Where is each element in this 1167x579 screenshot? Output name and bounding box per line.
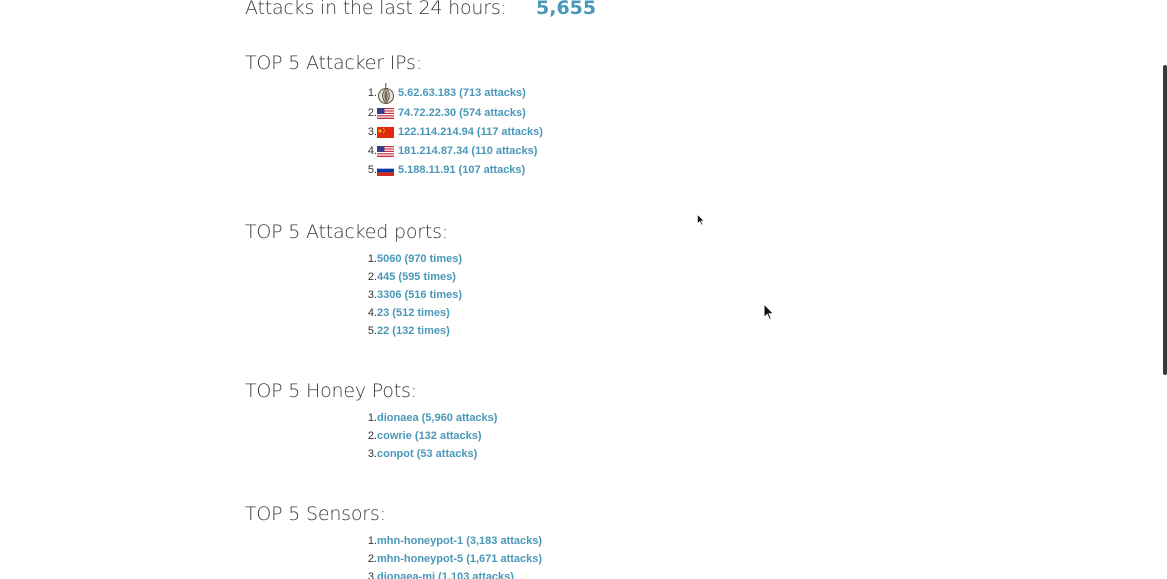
list-rank: 5. (367, 164, 377, 176)
honeypot-link[interactable]: dionaea (5,960 attacks) (377, 412, 497, 424)
list-item: 1. dionaea (5,960 attacks) (360, 409, 498, 427)
us-flag-icon (377, 107, 394, 119)
attacker-ip-link[interactable]: 74.72.22.30 (574 attacks) (398, 107, 526, 119)
attacks-count: 5,655 (536, 0, 597, 19)
vertical-scrollbar[interactable] (1163, 65, 1167, 375)
attacked-ports-title: TOP 5 Attacked ports: (245, 221, 449, 243)
attacks-label: Attacks in the last 24 hours: (245, 0, 507, 19)
list-rank: 1. (367, 535, 377, 547)
cn-flag-icon (377, 126, 394, 138)
sensors-list: 1. mhn-honeypot-1 (3,183 attacks) 2. mhn… (360, 532, 542, 579)
attacked-ports-list: 1. 5060 (970 times) 2. 445 (595 times) 3… (360, 250, 462, 340)
list-rank: 3. (367, 448, 377, 460)
mouse-cursor-icon (697, 214, 705, 226)
attacker-ips-title: TOP 5 Attacker IPs: (245, 52, 422, 74)
list-rank: 3. (367, 126, 377, 138)
list-item: 1. 5.62.63.183 (713 attacks) (360, 81, 543, 105)
list-rank: 1. (367, 87, 377, 99)
honeypot-link[interactable]: conpot (53 attacks) (377, 448, 477, 460)
list-rank: 3. (367, 571, 377, 579)
page: Attacks in the last 24 hours: 5,655 TOP … (0, 0, 1167, 579)
list-rank: 3. (367, 289, 377, 301)
list-rank: 1. (367, 412, 377, 424)
list-item: 5. 22 (132 times) (360, 322, 462, 340)
list-item: 2. cowrie (132 attacks) (360, 427, 497, 445)
list-item: 2. 74.72.22.30 (574 attacks) (360, 104, 543, 122)
list-item: 3. conpot (53 attacks) (360, 445, 497, 463)
list-item: 5. 5.188.11.91 (107 attacks) (360, 161, 543, 179)
sensors-title: TOP 5 Sensors: (245, 503, 386, 525)
list-item: 3. 3306 (516 times) (360, 286, 462, 304)
attacker-ip-link[interactable]: 5.188.11.91 (107 attacks) (398, 164, 525, 176)
port-link[interactable]: 5060 (970 times) (377, 253, 462, 265)
list-rank: 2. (367, 430, 377, 442)
list-rank: 5. (367, 325, 377, 337)
sensor-link[interactable]: dionaea-mi (1,103 attacks) (377, 571, 514, 579)
list-item: 1. mhn-honeypot-1 (3,183 attacks) (360, 532, 542, 550)
port-link[interactable]: 445 (595 times) (377, 271, 456, 283)
list-item: 4. 181.214.87.34 (110 attacks) (360, 142, 543, 160)
port-link[interactable]: 23 (512 times) (377, 307, 450, 319)
sensor-link[interactable]: mhn-honeypot-5 (1,671 attacks) (377, 553, 542, 565)
port-link[interactable]: 22 (132 times) (377, 325, 450, 337)
list-rank: 2. (367, 553, 377, 565)
honey-pots-title: TOP 5 Honey Pots: (245, 380, 417, 402)
honey-pots-list: 1. dionaea (5,960 attacks) 2. cowrie (13… (360, 409, 498, 463)
ru-flag-icon (377, 164, 394, 176)
list-item: 2. mhn-honeypot-5 (1,671 attacks) (360, 550, 542, 568)
list-item: 3. 122.114.214.94 (117 attacks) (360, 123, 543, 141)
honeypot-link[interactable]: cowrie (132 attacks) (377, 430, 482, 442)
list-rank: 1. (367, 253, 377, 265)
list-rank: 4. (367, 307, 377, 319)
list-rank: 2. (367, 107, 377, 119)
attacker-ips-list: 1. 5.62.63.183 (713 attacks) 2. 74.72.22… (360, 81, 543, 179)
attacker-ip-link[interactable]: 181.214.87.34 (110 attacks) (398, 145, 537, 157)
list-item: 2. 445 (595 times) (360, 268, 462, 286)
list-rank: 4. (367, 145, 377, 157)
port-link[interactable]: 3306 (516 times) (377, 289, 462, 301)
list-item: 4. 23 (512 times) (360, 304, 462, 322)
list-item: 1. 5060 (970 times) (360, 250, 462, 268)
attacker-ip-link[interactable]: 5.62.63.183 (713 attacks) (398, 87, 526, 99)
mouse-cursor-icon (763, 303, 775, 321)
list-item: 3. dionaea-mi (1,103 attacks) (360, 568, 542, 579)
us-flag-icon (377, 145, 394, 157)
tor-onion-icon (377, 82, 395, 105)
attacker-ip-link[interactable]: 122.114.214.94 (117 attacks) (398, 126, 543, 138)
sensor-link[interactable]: mhn-honeypot-1 (3,183 attacks) (377, 535, 542, 547)
list-rank: 2. (367, 271, 377, 283)
